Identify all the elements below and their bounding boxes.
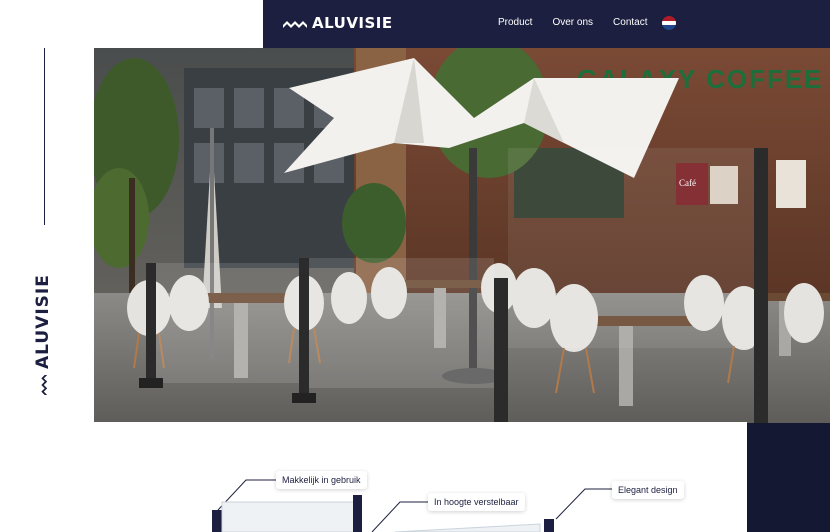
- top-navigation-bar: ALUVISIE Product Over ons Contact: [263, 0, 830, 48]
- brand-name: ALUVISIE: [312, 14, 393, 32]
- product-illustration: [212, 479, 612, 532]
- hero-image: Café GALAXY COFFEE: [94, 48, 830, 423]
- feature-callout-easy-use: Makkelijk in gebruik: [276, 471, 367, 489]
- nav-item-over-ons[interactable]: Over ons: [552, 17, 593, 28]
- feature-callout-height-adjustable: In hoogte verstelbaar: [428, 493, 525, 511]
- aluvisie-logo-icon: [41, 375, 48, 395]
- nav-item-contact[interactable]: Contact: [613, 17, 647, 28]
- aluvisie-logo-icon: [283, 21, 307, 28]
- vertical-brand-name: ALUVISIE: [33, 274, 53, 369]
- nl-flag-icon[interactable]: [662, 16, 676, 30]
- main-nav: Product Over ons Contact: [498, 17, 648, 28]
- nav-item-product[interactable]: Product: [498, 17, 532, 28]
- vertical-brand: ALUVISIE: [28, 240, 58, 395]
- header-logo[interactable]: ALUVISIE: [283, 14, 393, 32]
- feature-callout-elegant-design: Elegant design: [612, 481, 684, 499]
- vertical-divider-line: [44, 48, 45, 225]
